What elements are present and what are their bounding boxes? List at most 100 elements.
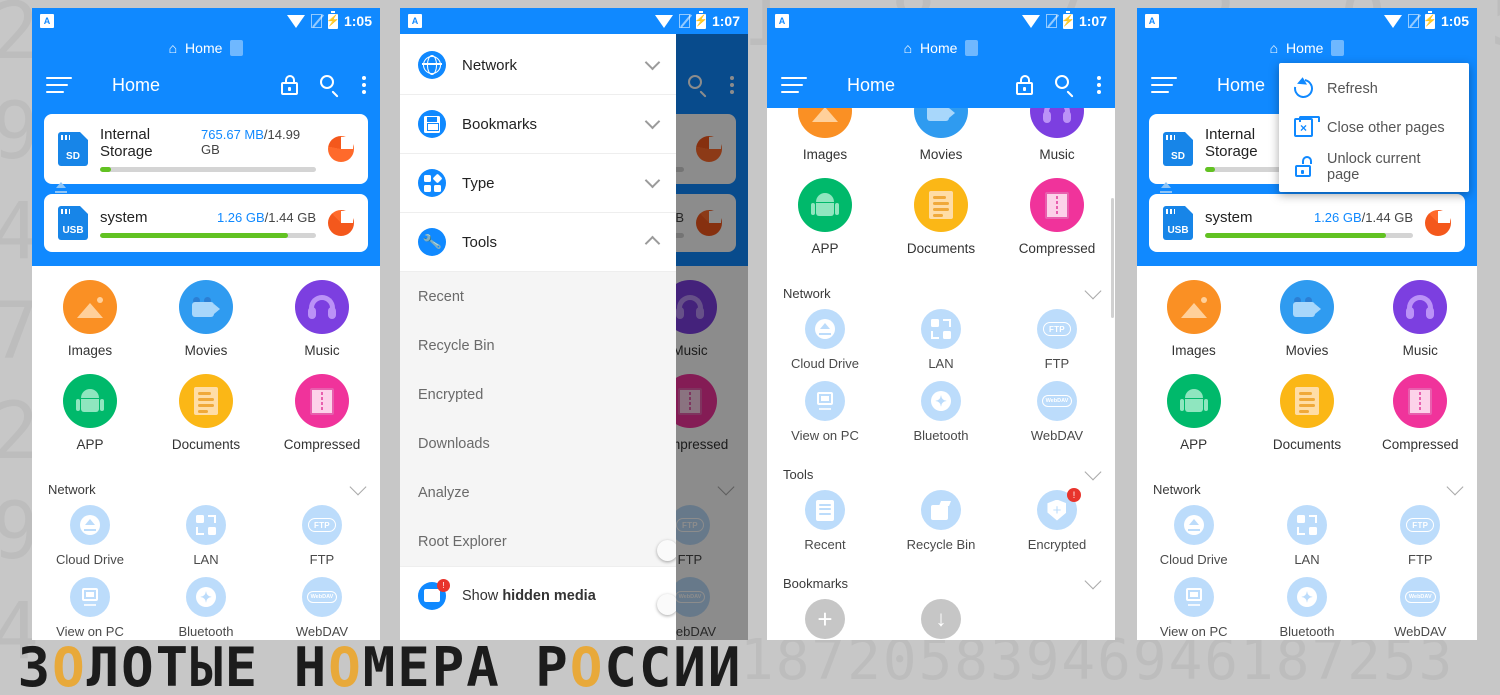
wrench-icon: 🔧 (418, 228, 446, 256)
storage-card[interactable]: USB system 1.26 GB/1.44 GB (1149, 182, 1465, 252)
new-page-button[interactable] (965, 40, 979, 56)
category-label: Documents (906, 241, 976, 256)
section-header-tools[interactable]: Tools (767, 457, 1115, 486)
category-music[interactable]: Music (999, 108, 1115, 162)
download-icon: ↓ (920, 599, 961, 639)
scrollbar[interactable] (1111, 198, 1114, 318)
network-item-bluetooth[interactable]: ✦ Bluetooth (148, 577, 264, 639)
network-item-cloud-drive[interactable]: Cloud Drive (32, 505, 148, 567)
network-item-webdav[interactable]: WebDAV WebDAV (1364, 577, 1477, 639)
network-item-ftp[interactable]: FTP FTP (264, 505, 380, 567)
overflow-menu-button[interactable] (362, 76, 366, 94)
lock-button[interactable] (281, 75, 298, 95)
eject-icon[interactable] (1159, 182, 1173, 194)
overflow-menu-button[interactable] (1097, 76, 1101, 94)
section-header-bookmarks[interactable]: Bookmarks (767, 566, 1115, 595)
network-item-ftp[interactable]: FTP FTP (1364, 505, 1477, 567)
popup-item-refresh[interactable]: Refresh (1279, 69, 1469, 108)
storage-size: 1.26 GB/1.44 GB (216, 209, 316, 225)
network-grid: Cloud Drive LAN FTP FTP View on PC ✦ Bluet… (32, 501, 380, 640)
network-item-webdav[interactable]: WebDAV WebDAV (264, 577, 380, 639)
drawer-subitem-analyze[interactable]: Analyze (400, 468, 676, 517)
tools-item-encrypted[interactable]: +! Encrypted (999, 488, 1115, 552)
drawer-item-type[interactable]: Type (400, 154, 676, 213)
category-images[interactable]: Images (32, 280, 148, 358)
webdav-icon: WebDAV (301, 577, 342, 617)
network-item-view-on-pc[interactable]: View on PC (32, 577, 148, 639)
network-item-lan[interactable]: LAN (148, 505, 264, 567)
drawer-subitem-recent[interactable]: Recent (400, 272, 676, 321)
category-app[interactable]: APP (767, 178, 883, 256)
new-page-button[interactable] (1331, 40, 1345, 56)
network-item-bluetooth[interactable]: ✦ Bluetooth (883, 381, 999, 443)
image-icon (62, 280, 117, 334)
drawer-subitem-encrypted[interactable]: Encrypted (400, 370, 676, 419)
drawer-subitem-recycle-bin[interactable]: Recycle Bin (400, 321, 676, 370)
tools-item-recycle-bin[interactable]: Recycle Bin (883, 490, 999, 552)
storage-name: Internal Storage (100, 126, 153, 160)
storage-cards: SD Internal Storage 765.67 MB/14.99 GB U… (32, 108, 380, 266)
drawer-item-bookmarks[interactable]: Bookmarks (400, 95, 676, 154)
popup-item-unlock-current-page[interactable]: Unlock current page (1279, 147, 1469, 186)
category-app[interactable]: APP (1137, 374, 1250, 452)
item-label: Bluetooth (913, 428, 969, 443)
menu-button[interactable] (46, 77, 72, 93)
status-bar: A ⚡ 1:07 (400, 8, 748, 34)
menu-button[interactable] (781, 77, 807, 93)
category-movies[interactable]: Movies (148, 280, 264, 358)
network-item-lan[interactable]: LAN (1250, 505, 1363, 567)
new-page-button[interactable] (230, 40, 244, 56)
watermark-segment: О (569, 636, 605, 695)
bookmarks-item-add[interactable]: +Add (767, 599, 883, 640)
menu-button[interactable] (1151, 77, 1177, 93)
bookmarks-item-download[interactable]: ↓Download (883, 599, 999, 640)
network-item-cloud-drive[interactable]: Cloud Drive (767, 309, 883, 371)
section-header-network[interactable]: Network (1137, 472, 1477, 501)
search-button[interactable] (1055, 75, 1075, 98)
video-icon (913, 108, 968, 138)
storage-card[interactable]: USB system 1.26 GB/1.44 GB (44, 182, 368, 252)
category-images[interactable]: Images (1137, 280, 1250, 358)
network-item-view-on-pc[interactable]: View on PC (1137, 577, 1250, 639)
category-movies[interactable]: Movies (1250, 280, 1363, 358)
network-item-bluetooth[interactable]: ✦ Bluetooth (1250, 577, 1363, 639)
category-compressed[interactable]: Compressed (264, 374, 380, 452)
section-header-network[interactable]: Network (32, 472, 380, 501)
drawer-subitem-root-explorer[interactable]: Root Explorer (400, 517, 676, 566)
lock-button[interactable] (1016, 75, 1033, 95)
drawer-item-tools[interactable]: 🔧 Tools (400, 213, 676, 272)
tab-bar[interactable]: ⌂ Home (32, 34, 380, 62)
network-item-ftp[interactable]: FTP FTP (999, 309, 1115, 371)
network-item-view-on-pc[interactable]: View on PC (767, 381, 883, 443)
archive-icon (1029, 178, 1084, 232)
popup-item-close-other-pages[interactable]: × Close other pages (1279, 108, 1469, 147)
drawer-show-hidden-media[interactable]: ! Show hidden media (400, 566, 676, 624)
category-documents[interactable]: Documents (148, 374, 264, 452)
unlock-icon (1293, 156, 1314, 177)
item-label: Cloud Drive (791, 356, 859, 371)
category-images[interactable]: Images (767, 108, 883, 162)
category-music[interactable]: Music (1364, 280, 1477, 358)
network-item-webdav[interactable]: WebDAV WebDAV (999, 381, 1115, 443)
drawer-subitem-downloads[interactable]: Downloads (400, 419, 676, 468)
app-badge-icon: A (408, 14, 422, 28)
category-compressed[interactable]: Compressed (999, 178, 1115, 256)
drawer-item-network[interactable]: Network (400, 36, 676, 95)
eject-icon[interactable] (54, 182, 68, 194)
category-app[interactable]: APP (32, 374, 148, 452)
search-button[interactable] (320, 75, 340, 98)
storage-card[interactable]: SD Internal Storage 765.67 MB/14.99 GB (44, 114, 368, 184)
section-header-network[interactable]: Network (767, 276, 1115, 305)
category-music[interactable]: Music (264, 280, 380, 358)
category-movies[interactable]: Movies (883, 108, 999, 162)
network-item-lan[interactable]: LAN (883, 309, 999, 371)
overflow-popup-menu: Refresh × Close other pages Unlock curre… (1279, 63, 1469, 192)
category-documents[interactable]: Documents (1250, 374, 1363, 452)
cloud-drive-icon (804, 309, 845, 349)
tools-item-recent[interactable]: Recent (767, 490, 883, 552)
network-item-cloud-drive[interactable]: Cloud Drive (1137, 505, 1250, 567)
category-compressed[interactable]: Compressed (1364, 374, 1477, 452)
tab-bar[interactable]: ⌂ Home (767, 34, 1115, 62)
tab-bar[interactable]: ⌂ Home (1137, 34, 1477, 62)
category-documents[interactable]: Documents (883, 178, 999, 256)
